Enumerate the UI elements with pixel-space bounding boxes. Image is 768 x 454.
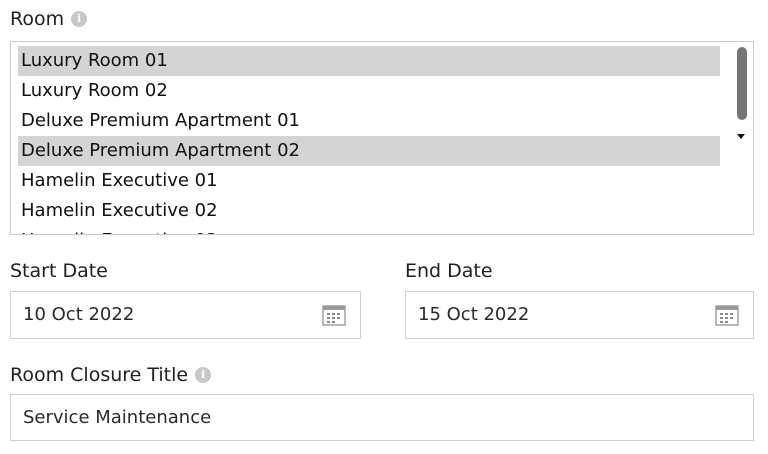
room-option[interactable]: Luxury Room 02 xyxy=(18,76,720,106)
room-option[interactable]: Deluxe Premium Apartment 02 xyxy=(18,136,720,166)
scrollbar-thumb[interactable] xyxy=(737,47,747,120)
calendar-icon[interactable] xyxy=(322,304,346,326)
closure-title-value: Service Maintenance xyxy=(23,407,212,428)
room-label: Room i xyxy=(10,7,88,31)
room-option[interactable]: Luxury Room 01 xyxy=(18,46,720,76)
calendar-icon[interactable] xyxy=(715,304,739,326)
end-date-label: End Date xyxy=(405,259,493,283)
start-date-label: Start Date xyxy=(10,259,108,283)
closure-title-label: Room Closure Title i xyxy=(10,363,212,387)
room-option[interactable]: Deluxe Premium Apartment 01 xyxy=(18,106,720,136)
start-date-label-text: Start Date xyxy=(10,260,108,282)
info-icon[interactable]: i xyxy=(71,11,88,27)
room-label-text: Room xyxy=(10,8,65,30)
closure-title-label-text: Room Closure Title xyxy=(10,364,189,386)
room-option[interactable]: Hamelin Executive 02 xyxy=(18,196,720,226)
scroll-down-arrow-icon[interactable] xyxy=(737,134,745,139)
room-option[interactable]: Hamelin Executive 03 xyxy=(18,226,720,234)
info-icon[interactable]: i xyxy=(195,367,212,383)
room-option[interactable]: Hamelin Executive 01 xyxy=(18,166,720,196)
start-date-value: 10 Oct 2022 xyxy=(23,304,135,325)
closure-title-input[interactable]: Service Maintenance xyxy=(10,394,754,441)
end-date-label-text: End Date xyxy=(405,260,493,282)
room-select-list[interactable]: Luxury Room 01 Luxury Room 02 Deluxe Pre… xyxy=(10,41,754,235)
end-date-input[interactable]: 15 Oct 2022 xyxy=(405,291,754,339)
end-date-value: 15 Oct 2022 xyxy=(418,304,530,325)
start-date-input[interactable]: 10 Oct 2022 xyxy=(10,291,361,339)
